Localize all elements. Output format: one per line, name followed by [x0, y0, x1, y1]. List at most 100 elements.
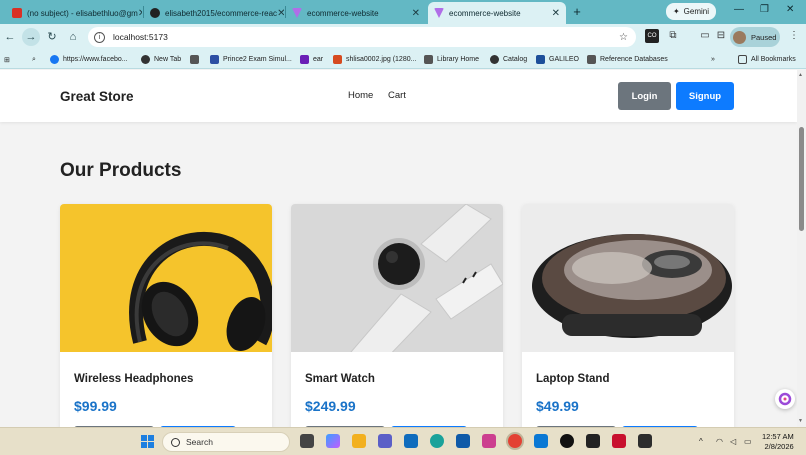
- bookmark-item[interactable]: https://www.facebo...: [50, 53, 128, 66]
- all-bookmarks-button[interactable]: All Bookmarks: [738, 53, 796, 66]
- profile-button[interactable]: Paused: [730, 27, 780, 47]
- scrollbar-thumb[interactable]: [799, 127, 804, 231]
- bookmarks-bar: ⊞ ⌕ https://www.facebo... New Tab Prince…: [0, 50, 806, 69]
- cast-icon[interactable]: ▭: [698, 29, 712, 43]
- taskbar-clock[interactable]: 12:57 AM 2/8/2026: [762, 432, 794, 452]
- taskbar-search[interactable]: Search: [162, 432, 290, 452]
- close-window-icon[interactable]: ✕: [786, 4, 794, 15]
- vscode-icon[interactable]: [534, 434, 548, 448]
- page-scrollbar[interactable]: ▲ ▼: [797, 70, 806, 427]
- tab-title: (no subject) - elisabethluo@gm: [27, 8, 138, 18]
- yahoo-icon: [300, 55, 309, 64]
- bookmark-label: https://www.facebo...: [63, 56, 128, 63]
- close-icon[interactable]: ✕: [277, 8, 284, 19]
- edge-icon[interactable]: [430, 434, 444, 448]
- minimize-icon[interactable]: —: [734, 4, 744, 15]
- address-bar[interactable]: i localhost:5173 ☆: [88, 27, 636, 47]
- browser-toolbar: ← → ↻ ⌂ i localhost:5173 ☆ CO ⧉ ▭ ⊟ Paus…: [0, 24, 806, 50]
- close-icon[interactable]: ✕: [138, 8, 142, 19]
- gemini-button[interactable]: ✦ Gemini: [666, 3, 716, 20]
- product-price: $249.99: [305, 398, 356, 414]
- product-card[interactable]: Smart Watch $249.99: [291, 204, 503, 427]
- site-brand[interactable]: Great Store: [60, 89, 134, 104]
- bookmark-item[interactable]: shlisa0002.jpg (1280...: [333, 53, 416, 66]
- search-icon[interactable]: ⌕: [32, 53, 36, 66]
- home-button[interactable]: ⌂: [64, 28, 82, 46]
- globe-icon: [141, 55, 150, 64]
- close-icon[interactable]: ✕: [412, 8, 420, 19]
- tab-search-icon[interactable]: ⊟: [714, 29, 728, 43]
- restore-icon[interactable]: ❐: [760, 4, 769, 15]
- bookmark-item[interactable]: Prince2 Exam Simul...: [210, 53, 292, 66]
- github-icon: [150, 8, 160, 18]
- paint-icon[interactable]: [482, 434, 496, 448]
- windows-start-icon[interactable]: [141, 435, 154, 448]
- more-bookmarks-icon[interactable]: »: [711, 53, 715, 66]
- volume-icon[interactable]: ◁: [730, 437, 736, 446]
- back-button[interactable]: ←: [1, 28, 19, 46]
- scroll-up-icon[interactable]: ▲: [798, 72, 803, 78]
- upwork-icon[interactable]: [560, 434, 574, 448]
- product-card[interactable]: Wireless Headphones $99.99: [60, 204, 272, 427]
- bookmark-star-icon[interactable]: ☆: [619, 32, 628, 43]
- search-label: Search: [186, 437, 213, 447]
- chrome-icon[interactable]: [508, 434, 522, 448]
- bookmark-item[interactable]: New Tab: [141, 53, 181, 66]
- product-name: Smart Watch: [305, 373, 375, 385]
- nav-home-link[interactable]: Home: [348, 90, 373, 101]
- address-text: localhost:5173: [113, 32, 168, 42]
- search-icon: [171, 437, 180, 447]
- terminal-icon[interactable]: [638, 434, 652, 448]
- page-viewport: Great Store Home Cart Login Signup Our P…: [0, 70, 797, 427]
- close-icon[interactable]: ✕: [552, 8, 560, 19]
- tab-title: elisabeth2015/ecommerce-reac: [165, 8, 278, 18]
- new-tab-button[interactable]: +: [570, 3, 584, 21]
- chevron-up-icon[interactable]: ^: [699, 437, 703, 446]
- mcafee-icon[interactable]: [612, 434, 626, 448]
- bookmark-item[interactable]: Library Home: [424, 53, 479, 66]
- login-button[interactable]: Login: [618, 82, 671, 110]
- assistant-icon: [778, 392, 792, 406]
- app-icon[interactable]: [586, 434, 600, 448]
- task-view-icon[interactable]: [300, 434, 314, 448]
- bookmark-label: All Bookmarks: [751, 56, 796, 63]
- tab-title: ecommerce-website: [307, 8, 379, 18]
- bookmark-item[interactable]: GALILEO: [536, 53, 579, 66]
- floating-assistant-button[interactable]: [775, 389, 795, 409]
- tab-ecommerce-active[interactable]: ecommerce-website ✕: [428, 2, 566, 24]
- product-price: $99.99: [74, 398, 117, 414]
- bookmark-item[interactable]: Catalog: [490, 53, 527, 66]
- prince2-icon: [210, 55, 219, 64]
- copilot-icon[interactable]: [326, 434, 340, 448]
- outlook-icon[interactable]: [404, 434, 418, 448]
- bookmark-item[interactable]: Reference Databases: [587, 53, 668, 66]
- store-icon[interactable]: [456, 434, 470, 448]
- bookmark-item[interactable]: [190, 53, 203, 66]
- site-info-icon[interactable]: i: [94, 31, 105, 43]
- apps-icon[interactable]: ⊞: [4, 53, 10, 66]
- reload-button[interactable]: ↻: [43, 28, 61, 46]
- product-image: [522, 204, 734, 352]
- bookmark-label: ear: [313, 56, 324, 63]
- product-name: Wireless Headphones: [74, 373, 194, 385]
- signup-button[interactable]: Signup: [676, 82, 734, 110]
- tab-gmail[interactable]: (no subject) - elisabethluo@gm ✕: [6, 2, 142, 24]
- browser-tab-strip: (no subject) - elisabethluo@gm ✕ elisabe…: [0, 0, 806, 24]
- file-explorer-icon[interactable]: [352, 434, 366, 448]
- battery-icon[interactable]: ▭: [744, 437, 752, 446]
- gmail-icon: [12, 8, 22, 18]
- product-image: [60, 204, 272, 352]
- extensions-puzzle-icon[interactable]: ⧉: [666, 29, 680, 43]
- tab-ecommerce-1[interactable]: ecommerce-website ✕: [286, 2, 426, 24]
- bookmark-item[interactable]: ear: [300, 53, 323, 66]
- wifi-icon[interactable]: ◠: [716, 437, 723, 446]
- tab-github[interactable]: elisabeth2015/ecommerce-reac ✕: [144, 2, 284, 24]
- product-card[interactable]: Laptop Stand $49.99: [522, 204, 734, 427]
- nav-cart-link[interactable]: Cart: [388, 90, 406, 101]
- forward-button[interactable]: →: [22, 28, 40, 46]
- teams-icon[interactable]: [378, 434, 392, 448]
- sparkle-icon: ✦: [672, 7, 680, 16]
- extension-icon[interactable]: CO: [645, 29, 659, 43]
- menu-icon[interactable]: ⋮: [787, 29, 801, 43]
- scroll-down-icon[interactable]: ▼: [798, 418, 803, 424]
